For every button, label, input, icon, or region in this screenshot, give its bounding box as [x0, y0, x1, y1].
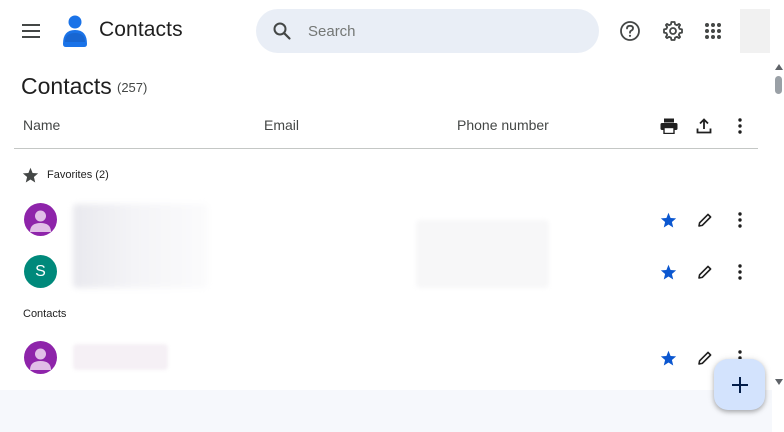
person-icon [30, 210, 51, 232]
create-contact-button[interactable] [714, 359, 765, 410]
pencil-icon [698, 351, 712, 365]
export-button[interactable] [692, 114, 716, 138]
apps-button[interactable] [697, 15, 729, 47]
edit-contact-button[interactable] [693, 260, 717, 284]
help-icon [620, 21, 640, 41]
gear-icon [663, 21, 683, 41]
apps-grid-icon [705, 23, 721, 39]
scrollbar-thumb[interactable] [775, 76, 782, 94]
avatar [24, 341, 57, 374]
edit-contact-button[interactable] [693, 208, 717, 232]
more-vert-icon [738, 264, 742, 280]
column-header-phone: Phone number [457, 117, 549, 133]
row-actions [656, 260, 756, 284]
contacts-logo-icon[interactable] [60, 14, 90, 48]
print-button[interactable] [657, 114, 681, 138]
column-header-name: Name [23, 117, 61, 133]
favorite-star-button[interactable] [656, 346, 680, 370]
scroll-down-arrow-icon[interactable] [774, 378, 784, 386]
plus-icon [731, 376, 748, 393]
avatar-letter: S [35, 262, 46, 280]
person-icon [30, 348, 51, 370]
search-bar[interactable] [256, 9, 599, 53]
contact-row[interactable]: S [0, 250, 770, 294]
search-input[interactable] [308, 22, 568, 40]
row-actions [656, 208, 756, 232]
favorite-star-button[interactable] [656, 208, 680, 232]
list-options-button[interactable] [728, 114, 752, 138]
help-button[interactable] [614, 15, 646, 47]
scroll-up-arrow-icon[interactable] [774, 63, 784, 71]
header-divider [14, 148, 758, 149]
star-icon [22, 167, 39, 183]
contact-row[interactable] [0, 198, 770, 288]
contact-more-button[interactable] [728, 260, 752, 284]
page-title: Contacts [21, 73, 112, 99]
star-icon [660, 212, 676, 228]
contact-count: (257) [117, 80, 148, 95]
contact-more-button[interactable] [728, 208, 752, 232]
account-avatar[interactable] [740, 9, 770, 53]
footer-band [0, 390, 772, 432]
pencil-icon [698, 265, 712, 279]
main-menu-button[interactable] [14, 14, 48, 48]
avatar [24, 203, 57, 236]
pencil-icon [698, 213, 712, 227]
contacts-section-header: Contacts [23, 308, 67, 320]
avatar: S [24, 255, 57, 288]
print-icon [660, 118, 678, 134]
menu-icon [22, 24, 40, 38]
more-vert-icon [738, 212, 742, 228]
top-app-bar: Contacts [0, 0, 784, 62]
contact-row[interactable] [0, 336, 770, 380]
column-header-email: Email [264, 117, 300, 133]
app-title[interactable]: Contacts [99, 18, 183, 42]
star-icon [660, 350, 676, 366]
edit-contact-button[interactable] [693, 346, 717, 370]
favorites-label: Favorites (2) [47, 169, 109, 181]
contact-name-redacted [73, 344, 168, 370]
settings-button[interactable] [657, 15, 689, 47]
export-icon [696, 118, 712, 134]
favorites-section-header: Favorites (2) [22, 165, 109, 185]
star-icon [660, 264, 676, 280]
search-icon[interactable] [272, 21, 292, 41]
more-vert-icon [738, 118, 742, 134]
favorite-star-button[interactable] [656, 260, 680, 284]
